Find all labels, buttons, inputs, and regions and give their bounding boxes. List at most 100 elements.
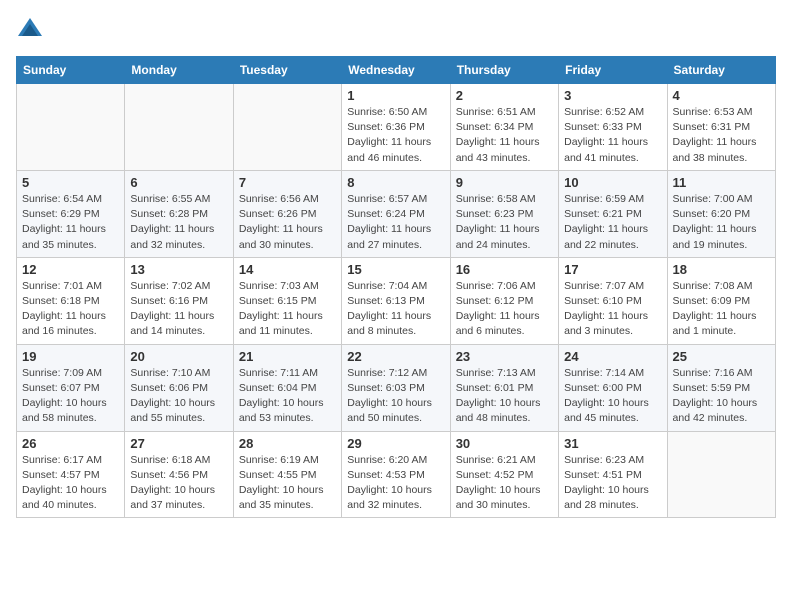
- day-info: Sunrise: 7:12 AM Sunset: 6:03 PM Dayligh…: [347, 366, 444, 427]
- day-number: 25: [673, 349, 770, 364]
- calendar-week-2: 12 Sunrise: 7:01 AM Sunset: 6:18 PM Dayli…: [17, 257, 776, 344]
- day-info: Sunrise: 6:20 AM Sunset: 4:53 PM Dayligh…: [347, 453, 444, 514]
- calendar-cell: 2Sunrise: 6:51 AM Sunset: 6:34 PM Daylig…: [450, 84, 558, 171]
- day-info: Sunrise: 6:52 AM Sunset: 6:33 PM Dayligh…: [564, 105, 661, 166]
- day-info: Sunrise: 6:23 AM Sunset: 4:51 PM Dayligh…: [564, 453, 661, 514]
- day-info: Sunrise: 6:17 AM Sunset: 4:57 PM Dayligh…: [22, 453, 119, 514]
- header-friday: Friday: [559, 57, 667, 84]
- calendar-cell: 1Sunrise: 6:50 AM Sunset: 6:36 PM Daylig…: [342, 84, 450, 171]
- day-info: Sunrise: 6:19 AM Sunset: 4:55 PM Dayligh…: [239, 453, 336, 514]
- header-tuesday: Tuesday: [233, 57, 341, 84]
- calendar-cell: 12 Sunrise: 7:01 AM Sunset: 6:18 PM Dayli…: [17, 257, 125, 344]
- calendar-cell: 23Sunrise: 7:13 AM Sunset: 6:01 PM Dayli…: [450, 344, 558, 431]
- day-number: 24: [564, 349, 661, 364]
- logo: [16, 16, 48, 44]
- day-info: Sunrise: 7:04 AM Sunset: 6:13 PM Dayligh…: [347, 279, 444, 340]
- calendar-cell: 13 Sunrise: 7:02 AM Sunset: 6:16 PM Dayli…: [125, 257, 233, 344]
- header-thursday: Thursday: [450, 57, 558, 84]
- logo-icon: [16, 16, 44, 44]
- calendar-cell: 4 Sunrise: 6:53 AM Sunset: 6:31 PM Daylig…: [667, 84, 775, 171]
- day-number: 28: [239, 436, 336, 451]
- day-info: Sunrise: 7:13 AM Sunset: 6:01 PM Dayligh…: [456, 366, 553, 427]
- day-number: 7: [239, 175, 336, 190]
- calendar-cell: 15 Sunrise: 7:04 AM Sunset: 6:13 PM Dayli…: [342, 257, 450, 344]
- day-number: 16: [456, 262, 553, 277]
- day-info: Sunrise: 7:02 AM Sunset: 6:16 PM Dayligh…: [130, 279, 227, 340]
- calendar-cell: 22 Sunrise: 7:12 AM Sunset: 6:03 PM Dayli…: [342, 344, 450, 431]
- day-info: Sunrise: 7:06 AM Sunset: 6:12 PM Dayligh…: [456, 279, 553, 340]
- calendar-cell: [125, 84, 233, 171]
- calendar-cell: 25 Sunrise: 7:16 AM Sunset: 5:59 PM Dayli…: [667, 344, 775, 431]
- day-number: 11: [673, 175, 770, 190]
- day-info: Sunrise: 6:51 AM Sunset: 6:34 PM Dayligh…: [456, 105, 553, 166]
- calendar-cell: 24 Sunrise: 7:14 AM Sunset: 6:00 PM Dayli…: [559, 344, 667, 431]
- calendar-week-0: 1Sunrise: 6:50 AM Sunset: 6:36 PM Daylig…: [17, 84, 776, 171]
- day-info: Sunrise: 6:18 AM Sunset: 4:56 PM Dayligh…: [130, 453, 227, 514]
- day-info: Sunrise: 7:09 AM Sunset: 6:07 PM Dayligh…: [22, 366, 119, 427]
- calendar-cell: 29 Sunrise: 6:20 AM Sunset: 4:53 PM Dayli…: [342, 431, 450, 518]
- calendar-cell: 6 Sunrise: 6:55 AM Sunset: 6:28 PM Daylig…: [125, 170, 233, 257]
- day-info: Sunrise: 6:21 AM Sunset: 4:52 PM Dayligh…: [456, 453, 553, 514]
- day-number: 3: [564, 88, 661, 103]
- day-number: 9: [456, 175, 553, 190]
- calendar-cell: 11 Sunrise: 7:00 AM Sunset: 6:20 PM Dayli…: [667, 170, 775, 257]
- day-number: 27: [130, 436, 227, 451]
- day-info: Sunrise: 7:01 AM Sunset: 6:18 PM Dayligh…: [22, 279, 119, 340]
- header-sunday: Sunday: [17, 57, 125, 84]
- day-number: 13: [130, 262, 227, 277]
- day-info: Sunrise: 6:50 AM Sunset: 6:36 PM Dayligh…: [347, 105, 444, 166]
- calendar-cell: 28 Sunrise: 6:19 AM Sunset: 4:55 PM Dayli…: [233, 431, 341, 518]
- day-number: 15: [347, 262, 444, 277]
- calendar-cell: 31Sunrise: 6:23 AM Sunset: 4:51 PM Dayli…: [559, 431, 667, 518]
- day-info: Sunrise: 7:08 AM Sunset: 6:09 PM Dayligh…: [673, 279, 770, 340]
- day-info: Sunrise: 6:57 AM Sunset: 6:24 PM Dayligh…: [347, 192, 444, 253]
- calendar-cell: 14Sunrise: 7:03 AM Sunset: 6:15 PM Dayli…: [233, 257, 341, 344]
- day-info: Sunrise: 6:54 AM Sunset: 6:29 PM Dayligh…: [22, 192, 119, 253]
- day-number: 5: [22, 175, 119, 190]
- calendar-cell: 8 Sunrise: 6:57 AM Sunset: 6:24 PM Daylig…: [342, 170, 450, 257]
- calendar-cell: 30 Sunrise: 6:21 AM Sunset: 4:52 PM Dayli…: [450, 431, 558, 518]
- calendar-cell: 26 Sunrise: 6:17 AM Sunset: 4:57 PM Dayli…: [17, 431, 125, 518]
- calendar-cell: 27 Sunrise: 6:18 AM Sunset: 4:56 PM Dayli…: [125, 431, 233, 518]
- calendar-cell: 20Sunrise: 7:10 AM Sunset: 6:06 PM Dayli…: [125, 344, 233, 431]
- day-info: Sunrise: 6:55 AM Sunset: 6:28 PM Dayligh…: [130, 192, 227, 253]
- calendar-cell: [233, 84, 341, 171]
- day-number: 26: [22, 436, 119, 451]
- calendar-cell: 7 Sunrise: 6:56 AM Sunset: 6:26 PM Daylig…: [233, 170, 341, 257]
- day-number: 14: [239, 262, 336, 277]
- day-number: 4: [673, 88, 770, 103]
- day-number: 22: [347, 349, 444, 364]
- calendar-cell: 21 Sunrise: 7:11 AM Sunset: 6:04 PM Dayli…: [233, 344, 341, 431]
- day-info: Sunrise: 6:53 AM Sunset: 6:31 PM Dayligh…: [673, 105, 770, 166]
- calendar-cell: 16 Sunrise: 7:06 AM Sunset: 6:12 PM Dayli…: [450, 257, 558, 344]
- day-info: Sunrise: 7:07 AM Sunset: 6:10 PM Dayligh…: [564, 279, 661, 340]
- day-number: 17: [564, 262, 661, 277]
- day-number: 8: [347, 175, 444, 190]
- calendar-cell: 9Sunrise: 6:58 AM Sunset: 6:23 PM Daylig…: [450, 170, 558, 257]
- day-info: Sunrise: 6:56 AM Sunset: 6:26 PM Dayligh…: [239, 192, 336, 253]
- calendar-cell: 17 Sunrise: 7:07 AM Sunset: 6:10 PM Dayli…: [559, 257, 667, 344]
- day-info: Sunrise: 7:10 AM Sunset: 6:06 PM Dayligh…: [130, 366, 227, 427]
- calendar-cell: 3 Sunrise: 6:52 AM Sunset: 6:33 PM Daylig…: [559, 84, 667, 171]
- page-header: [16, 16, 776, 44]
- day-info: Sunrise: 7:11 AM Sunset: 6:04 PM Dayligh…: [239, 366, 336, 427]
- day-info: Sunrise: 6:59 AM Sunset: 6:21 PM Dayligh…: [564, 192, 661, 253]
- day-number: 6: [130, 175, 227, 190]
- calendar-cell: 5 Sunrise: 6:54 AM Sunset: 6:29 PM Daylig…: [17, 170, 125, 257]
- day-info: Sunrise: 7:14 AM Sunset: 6:00 PM Dayligh…: [564, 366, 661, 427]
- day-info: Sunrise: 7:16 AM Sunset: 5:59 PM Dayligh…: [673, 366, 770, 427]
- calendar-week-4: 26 Sunrise: 6:17 AM Sunset: 4:57 PM Dayli…: [17, 431, 776, 518]
- calendar-cell: 19Sunrise: 7:09 AM Sunset: 6:07 PM Dayli…: [17, 344, 125, 431]
- day-info: Sunrise: 7:00 AM Sunset: 6:20 PM Dayligh…: [673, 192, 770, 253]
- calendar-cell: 18 Sunrise: 7:08 AM Sunset: 6:09 PM Dayli…: [667, 257, 775, 344]
- day-number: 21: [239, 349, 336, 364]
- day-number: 29: [347, 436, 444, 451]
- calendar-cell: [17, 84, 125, 171]
- day-number: 18: [673, 262, 770, 277]
- calendar-cell: 10Sunrise: 6:59 AM Sunset: 6:21 PM Dayli…: [559, 170, 667, 257]
- day-number: 30: [456, 436, 553, 451]
- day-number: 12: [22, 262, 119, 277]
- header-monday: Monday: [125, 57, 233, 84]
- calendar-cell: [667, 431, 775, 518]
- header-saturday: Saturday: [667, 57, 775, 84]
